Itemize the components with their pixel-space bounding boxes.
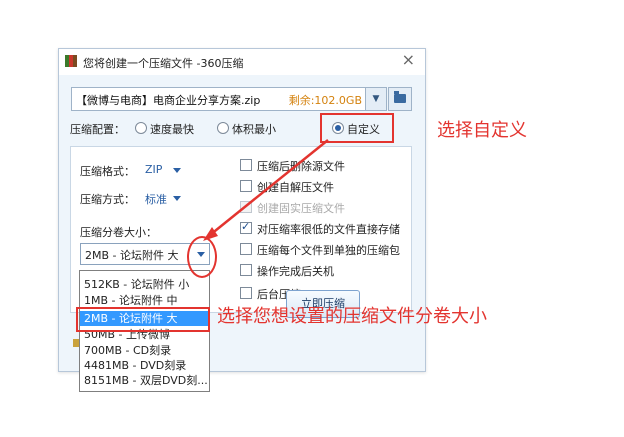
- annotation-arrow: [203, 139, 329, 241]
- annotation-select-split-size: 选择您想设置的压缩文件分卷大小: [217, 306, 487, 327]
- annotation-select-custom: 选择自定义: [437, 120, 527, 141]
